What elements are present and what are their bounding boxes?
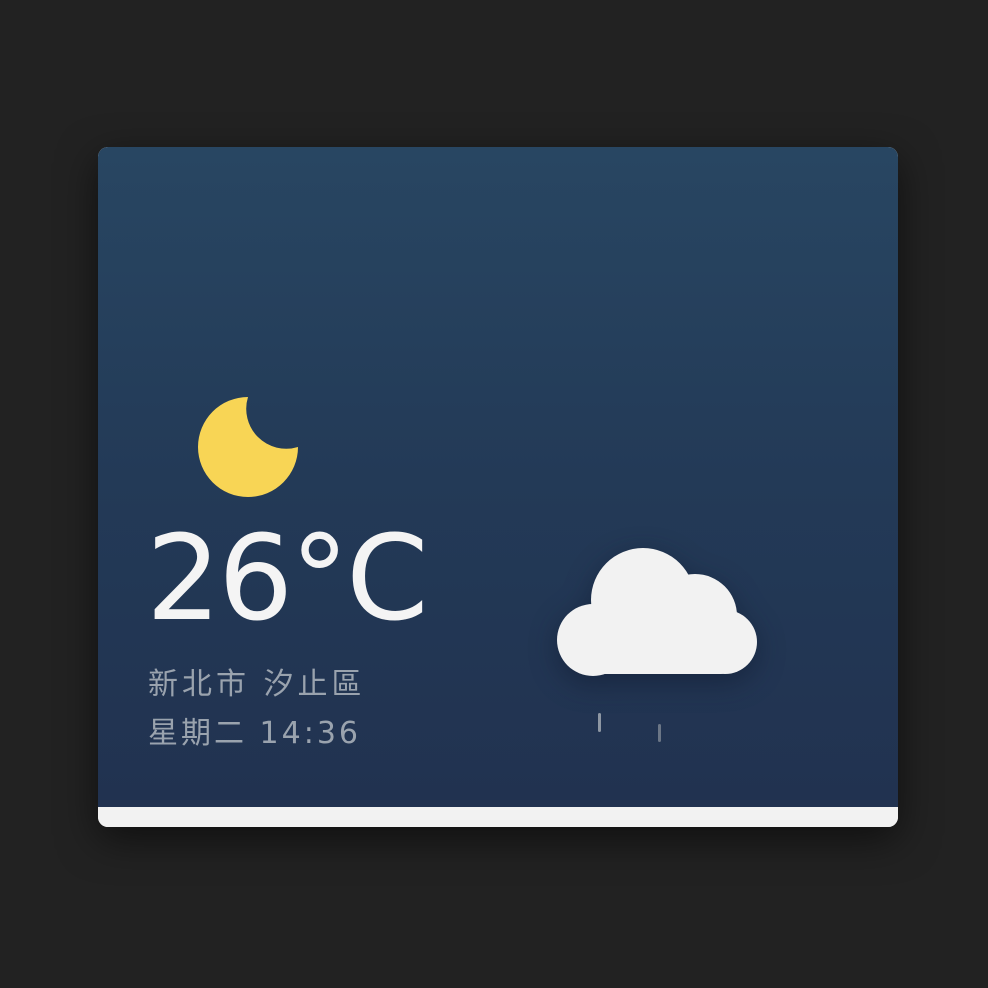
cloud-icon [557,548,757,676]
location-label: 新北市 汐止區 [148,667,366,702]
weather-panel: 26°C 新北市 汐止區 星期二 14:36 [98,147,898,807]
moon-icon [198,397,298,497]
raindrop-icon [658,724,661,742]
weather-card: 26°C 新北市 汐止區 星期二 14:36 [98,147,898,827]
raindrop-icon [598,713,601,732]
temperature: 26°C [146,509,429,647]
datetime-label: 星期二 14:36 [148,716,361,751]
card-footer [98,807,898,827]
